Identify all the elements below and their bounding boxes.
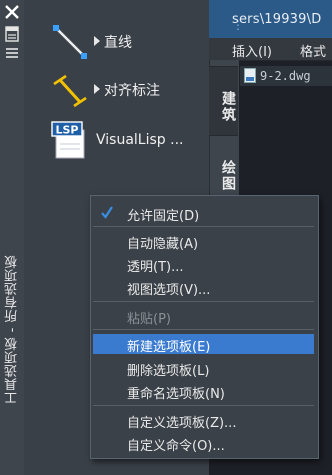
line-icon: [53, 25, 87, 59]
visuallisp-icon: LSP: [51, 121, 85, 159]
menu-separator: [93, 329, 314, 330]
menu-item-view-options[interactable]: 视图选项(V)...: [93, 277, 314, 298]
palette-title-bar[interactable]: 工具选项板 - 所有选项板: [0, 0, 25, 475]
close-icon[interactable]: [4, 4, 20, 20]
tool-line[interactable]: 直线: [24, 20, 209, 64]
properties-icon[interactable]: [4, 26, 20, 42]
expand-arrow-icon: [94, 36, 100, 46]
tool-aligned-dimension[interactable]: 对齐标注: [24, 68, 209, 112]
tab-draw[interactable]: 绘图: [209, 146, 238, 196]
tool-label: VisualLisp ...: [96, 132, 184, 148]
menu-item-customize-commands[interactable]: 自定义命令(O)...: [93, 433, 314, 454]
tool-label: 对齐标注: [104, 83, 160, 99]
tool-visuallisp[interactable]: LSP VisualLisp ...: [24, 118, 209, 162]
menu-item-label: 删除选项板(L): [127, 364, 210, 379]
menu-item-label: 重命名选项板(N): [127, 387, 225, 402]
menu-item-delete-palette[interactable]: 删除选项板(L): [93, 358, 314, 379]
menu-item-label: 粘贴(P): [127, 312, 171, 327]
dwg-file-icon: [244, 68, 256, 83]
menu-item-label: 透明(T)...: [127, 260, 184, 275]
expand-arrow-icon: [94, 84, 100, 94]
menu-item-auto-hide[interactable]: 自动隐藏(A): [93, 231, 314, 252]
menu-item-label: 自定义命令(O)...: [127, 439, 225, 454]
tab-architecture[interactable]: 建筑: [209, 66, 238, 136]
menu-insert[interactable]: 插入(I): [232, 41, 272, 60]
palette-title: 工具选项板 - 所有选项板: [5, 255, 20, 405]
menu-item-paste[interactable]: 粘贴(P): [93, 306, 314, 327]
menu-item-label: 允许固定(D): [127, 209, 200, 224]
menu-item-rename-palette[interactable]: 重命名选项板(N): [93, 381, 314, 402]
menu-separator: [93, 226, 314, 227]
check-icon: [101, 206, 113, 219]
menu-separator: [93, 301, 314, 302]
menu-item-label: 自动隐藏(A): [127, 237, 199, 252]
menu-item-transparency[interactable]: 透明(T)...: [93, 254, 314, 275]
menu-format[interactable]: 格式: [300, 41, 326, 60]
aligned-dimension-icon: [53, 74, 87, 108]
palette-menu-icon[interactable]: [4, 46, 20, 60]
menu-item-customize-palettes[interactable]: 自定义选项板(Z)...: [93, 410, 314, 431]
menu-item-label: 新建选项板(E): [127, 340, 211, 355]
menu-separator: [93, 405, 314, 406]
tool-label: 直线: [104, 35, 132, 51]
menu-item-label: 视图选项(V)...: [127, 283, 211, 298]
lsp-icon-text: LSP: [56, 124, 79, 137]
file-path-text: sers\19939\D: [232, 12, 322, 27]
menu-item-label: 自定义选项板(Z)...: [127, 416, 237, 431]
menu-item-allow-docking[interactable]: 允许固定(D): [93, 203, 314, 224]
menu-item-new-palette[interactable]: 新建选项板(E): [93, 334, 314, 355]
document-tab-label: 9-2.dwg: [260, 69, 311, 83]
